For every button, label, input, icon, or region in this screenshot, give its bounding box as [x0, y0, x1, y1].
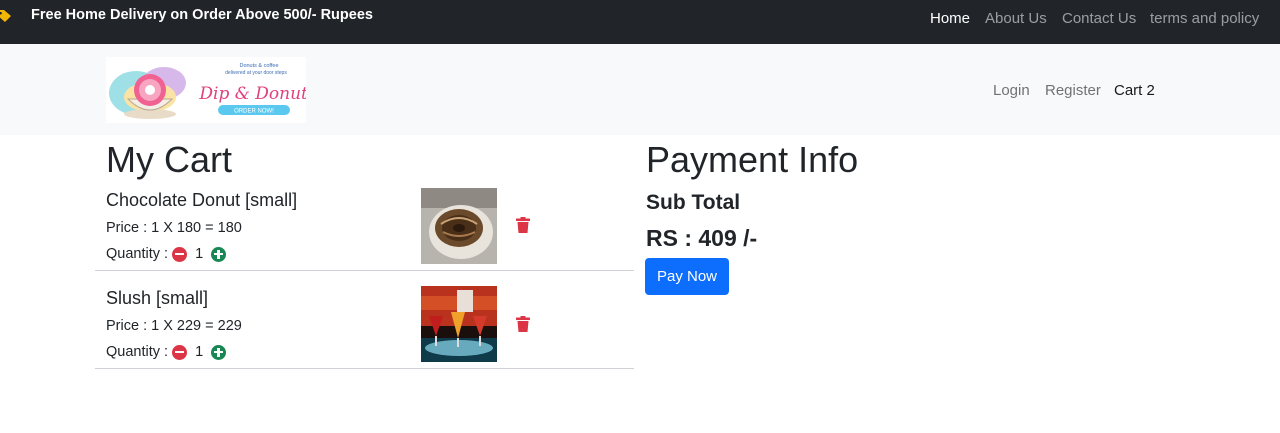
increase-quantity-icon[interactable] [211, 246, 227, 262]
total-amount: RS : 409 /- [646, 225, 758, 251]
quantity-value: 1 [195, 246, 204, 262]
delete-item-icon[interactable] [516, 217, 530, 233]
item-name: Chocolate Donut [small] [106, 190, 298, 210]
quantity-label: Quantity : [106, 344, 169, 360]
pay-now-button[interactable]: Pay Now [645, 258, 729, 295]
quantity-row: Quantity : 1 [106, 343, 227, 361]
promo-text: Free Home Delivery on Order Above 500/- … [31, 7, 373, 23]
tag-icon [0, 10, 11, 22]
nav-terms-link[interactable]: terms and policy [1150, 10, 1259, 27]
site-header: Donuts & coffee delivered at your door s… [0, 44, 1280, 135]
nav-contact-link[interactable]: Contact Us [1062, 10, 1136, 27]
decrease-quantity-icon[interactable] [172, 246, 188, 262]
increase-quantity-icon[interactable] [211, 344, 227, 360]
logo-cta: ORDER NOW! [234, 109, 274, 115]
nav-home-link[interactable]: Home [930, 10, 970, 27]
cart-link[interactable]: Cart 2 [1114, 82, 1155, 99]
subtotal-label: Sub Total [646, 191, 741, 214]
dip-and-donuts-logo[interactable]: Donuts & coffee delivered at your door s… [106, 57, 306, 123]
item-name: Slush [small] [106, 288, 209, 308]
item-divider [95, 270, 634, 271]
quantity-value: 1 [195, 344, 204, 360]
decrease-quantity-icon[interactable] [172, 344, 188, 360]
login-link[interactable]: Login [993, 82, 1030, 99]
logo-brand: Dip & Donuts [198, 84, 306, 104]
register-link[interactable]: Register [1045, 82, 1101, 99]
top-bar: Free Home Delivery on Order Above 500/- … [0, 0, 1280, 44]
item-price: Price : 1 X 180 = 180 [106, 220, 242, 236]
quantity-row: Quantity : 1 [106, 245, 227, 263]
cart-title: My Cart [106, 139, 232, 180]
slush-drinks-image [421, 286, 497, 362]
chocolate-donut-image [421, 188, 497, 264]
payment-title: Payment Info [646, 139, 859, 180]
item-price: Price : 1 X 229 = 229 [106, 318, 242, 334]
logo-tagline-2: delivered at your door steps [225, 70, 287, 76]
quantity-label: Quantity : [106, 246, 169, 262]
logo-tagline-1: Donuts & coffee [239, 63, 278, 69]
delete-item-icon[interactable] [516, 316, 530, 332]
nav-about-link[interactable]: About Us [985, 10, 1047, 27]
item-divider [95, 368, 634, 369]
